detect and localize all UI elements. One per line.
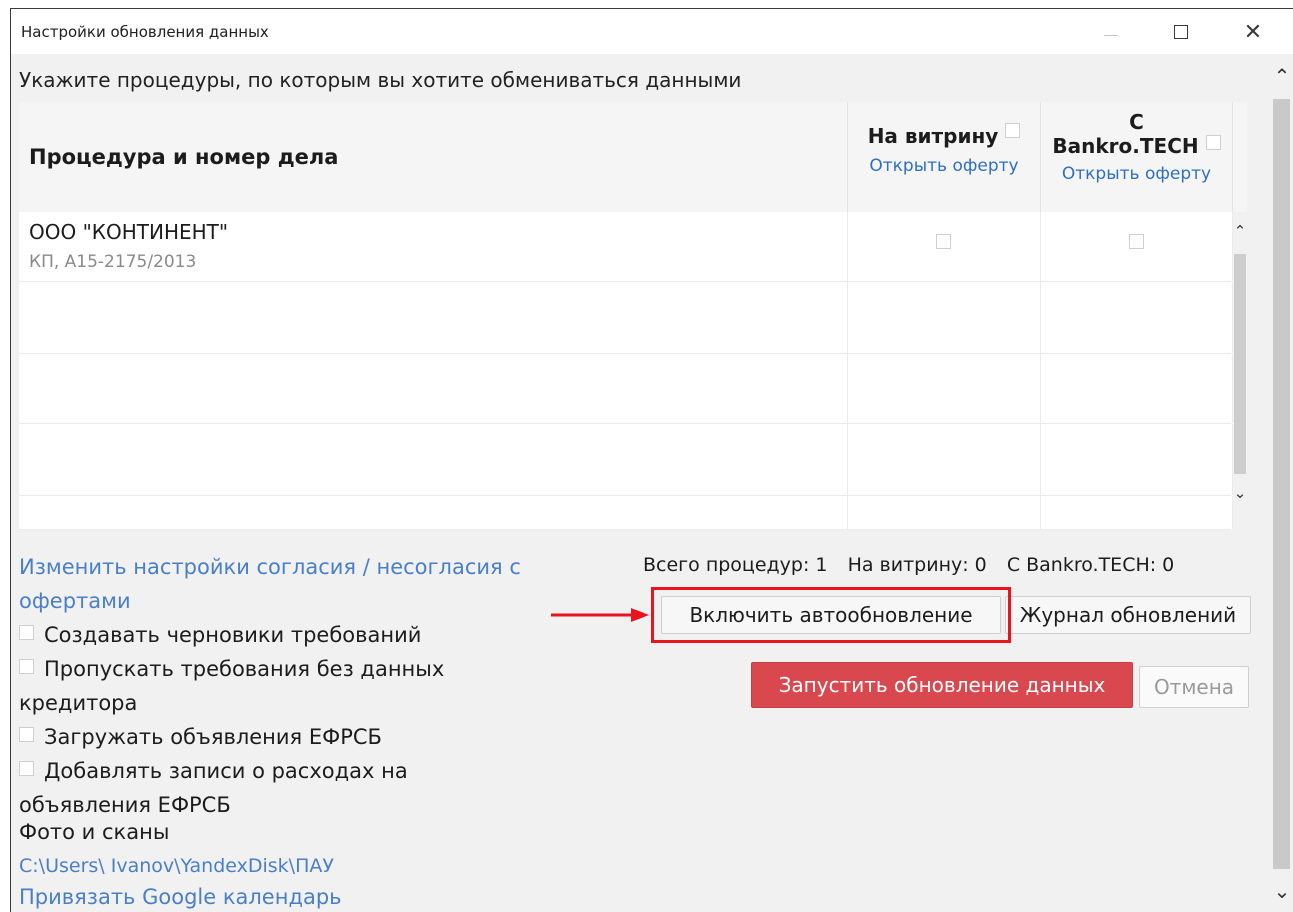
minimize-icon bbox=[1104, 34, 1118, 36]
enable-auto-update-button[interactable]: Включить автообновление bbox=[661, 596, 1001, 634]
procedure-name: ООО "КОНТИНЕНТ" bbox=[29, 220, 229, 244]
showcase-offer-link[interactable]: Открыть оферту bbox=[848, 156, 1040, 176]
dialog-scrollbar[interactable]: ⌃ ⌄ bbox=[1269, 54, 1293, 912]
procedure-case: КП, А15-2175/2013 bbox=[29, 252, 197, 272]
select-all-bankro-checkbox[interactable] bbox=[1205, 135, 1221, 150]
title-bar: Настройки обновления данных ✕ bbox=[11, 9, 1293, 54]
settings-dialog: Настройки обновления данных ✕ Укажите пр… bbox=[10, 8, 1293, 912]
annotation-arrow-icon bbox=[551, 608, 649, 622]
header-bankro-label: Bankro.TECH bbox=[1052, 134, 1199, 158]
maximize-icon bbox=[1174, 25, 1188, 39]
table-body: ООО "КОНТИНЕНТ" КП, А15-2175/2013 bbox=[19, 212, 1233, 530]
close-button[interactable]: ✕ bbox=[1233, 15, 1273, 49]
chevron-down-icon[interactable]: ⌄ bbox=[1272, 879, 1292, 903]
consent-settings-link[interactable]: Изменить настройки согласия / несогласия… bbox=[19, 550, 579, 618]
showcase-count: На витрину: 0 bbox=[847, 554, 987, 576]
minimize-button[interactable] bbox=[1091, 15, 1131, 49]
header-showcase-column: На витрину Открыть оферту bbox=[847, 102, 1040, 212]
cancel-button[interactable]: Отмена bbox=[1139, 666, 1249, 708]
header-procedure: Процедура и номер дела bbox=[29, 145, 339, 169]
table-scroll-thumb[interactable] bbox=[1234, 254, 1246, 474]
chevron-up-icon[interactable]: ⌃ bbox=[1233, 222, 1247, 240]
option-skip-claims[interactable]: Пропускать требования без данных кредито… bbox=[19, 652, 499, 720]
maximize-button[interactable] bbox=[1161, 15, 1201, 49]
option-load-efrsb[interactable]: Загружать объявления ЕФРСБ bbox=[19, 720, 382, 754]
table-row-empty bbox=[19, 424, 1233, 496]
header-bankro-column: С Bankro.TECH Открыть оферту bbox=[1040, 102, 1233, 212]
add-expenses-checkbox[interactable] bbox=[19, 760, 34, 776]
chevron-down-icon[interactable]: ⌄ bbox=[1233, 484, 1247, 502]
total-count: Всего процедур: 1 bbox=[643, 554, 828, 576]
table-row-empty bbox=[19, 354, 1233, 424]
skip-claims-checkbox[interactable] bbox=[19, 658, 34, 674]
table-scrollbar[interactable]: ⌃ ⌄ bbox=[1233, 212, 1247, 530]
table-header: Процедура и номер дела На витрину Открыт… bbox=[19, 102, 1247, 212]
instructions-text: Укажите процедуры, по которым вы хотите … bbox=[19, 68, 742, 92]
bankro-count: С Bankro.TECH: 0 bbox=[1006, 554, 1175, 576]
run-update-button[interactable]: Запустить обновление данных bbox=[751, 662, 1133, 708]
table-row-empty bbox=[19, 496, 1233, 530]
dialog-content: Укажите процедуры, по которым вы хотите … bbox=[11, 54, 1269, 912]
window-title: Настройки обновления данных bbox=[21, 23, 269, 41]
header-showcase-label: На витрину bbox=[867, 124, 999, 148]
photos-label: Фото и сканы bbox=[19, 820, 170, 844]
photos-path-link[interactable]: C:\Users\ Ivanov\YandexDisk\ПАУ bbox=[19, 855, 334, 877]
procedures-table: Процедура и номер дела На витрину Открыт… bbox=[19, 102, 1247, 530]
select-all-showcase-checkbox[interactable] bbox=[1005, 123, 1021, 138]
table-row-empty bbox=[19, 282, 1233, 354]
dialog-scroll-thumb[interactable] bbox=[1273, 99, 1290, 869]
option-add-expenses[interactable]: Добавлять записи о расходах на объявлени… bbox=[19, 754, 459, 822]
option-create-drafts[interactable]: Создавать черновики требований bbox=[19, 618, 421, 652]
bankro-offer-link[interactable]: Открыть оферту bbox=[1041, 164, 1232, 184]
chevron-up-icon[interactable]: ⌃ bbox=[1272, 64, 1292, 88]
procedure-counts: Всего процедур: 1 На витрину: 0 С Bankro… bbox=[643, 554, 1188, 576]
google-calendar-link[interactable]: Привязать Google календарь bbox=[19, 885, 342, 909]
create-drafts-checkbox[interactable] bbox=[19, 624, 34, 640]
close-icon: ✕ bbox=[1243, 19, 1263, 45]
header-bankro-line1: С bbox=[1129, 110, 1144, 134]
row-bankro-checkbox[interactable] bbox=[1129, 234, 1144, 249]
update-log-button[interactable]: Журнал обновлений bbox=[1005, 596, 1251, 634]
load-efrsb-checkbox[interactable] bbox=[19, 726, 34, 742]
table-row[interactable]: ООО "КОНТИНЕНТ" КП, А15-2175/2013 bbox=[19, 212, 1233, 282]
row-showcase-checkbox[interactable] bbox=[936, 234, 951, 249]
